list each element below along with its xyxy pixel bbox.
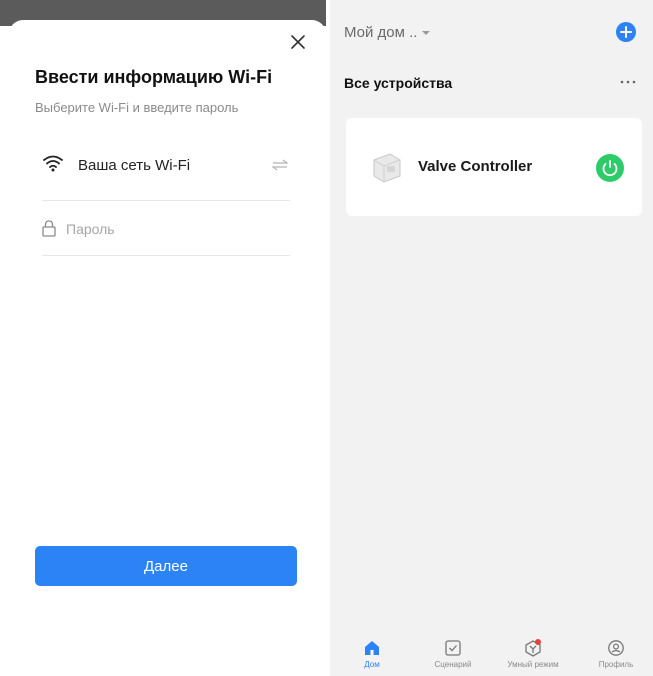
device-card[interactable]: Valve Controller (346, 118, 642, 216)
lock-icon (42, 220, 56, 237)
home-screen: Мой дом .. Все устройства Valve Controll… (330, 0, 653, 676)
caret-down-icon (422, 30, 431, 35)
tab-label-profile: Профиль (598, 660, 634, 669)
close-icon[interactable] (286, 30, 310, 54)
home-icon (365, 641, 379, 655)
password-row (42, 201, 290, 256)
wifi-setup-screen: Ввести информацию Wi-Fi Выберите Wi-Fi и… (0, 0, 326, 676)
tab-smart[interactable]: Умный режим (498, 630, 568, 676)
tab-scene[interactable]: Сценарий (426, 630, 480, 676)
valve-device-image (373, 153, 401, 183)
bottom-tab-bar: Дом Сценарий Умный режим Профиль (330, 630, 653, 676)
switch-network-icon[interactable] (272, 158, 288, 172)
device-name: Valve Controller (418, 158, 533, 175)
wifi-network-name: Ваша сеть Wi-Fi (78, 157, 191, 174)
more-options-icon[interactable] (618, 75, 638, 89)
wifi-icon (43, 155, 63, 172)
add-device-button[interactable] (616, 22, 636, 42)
wifi-network-row[interactable]: Ваша сеть Wi-Fi (42, 146, 290, 201)
home-selector[interactable]: Мой дом .. (344, 24, 431, 41)
next-button[interactable]: Далее (35, 546, 297, 586)
section-title: Все устройства (344, 75, 453, 91)
tab-home[interactable]: Дом (352, 630, 392, 676)
profile-icon (608, 640, 624, 656)
smart-icon (525, 639, 541, 657)
plus-icon (620, 26, 632, 38)
tab-label-smart: Умный режим (507, 660, 559, 669)
home-name: Мой дом .. (344, 24, 418, 41)
scene-icon (445, 640, 461, 656)
sheet-title: Ввести информацию Wi-Fi (35, 67, 273, 87)
tab-profile[interactable]: Профиль (590, 630, 642, 676)
sheet-subtitle: Выберите Wi-Fi и введите пароль (35, 100, 239, 115)
tab-label-scene: Сценарий (434, 660, 472, 669)
power-icon (602, 160, 618, 177)
tab-label-home: Дом (364, 660, 380, 669)
power-button[interactable] (596, 154, 624, 182)
password-field[interactable] (66, 215, 276, 243)
